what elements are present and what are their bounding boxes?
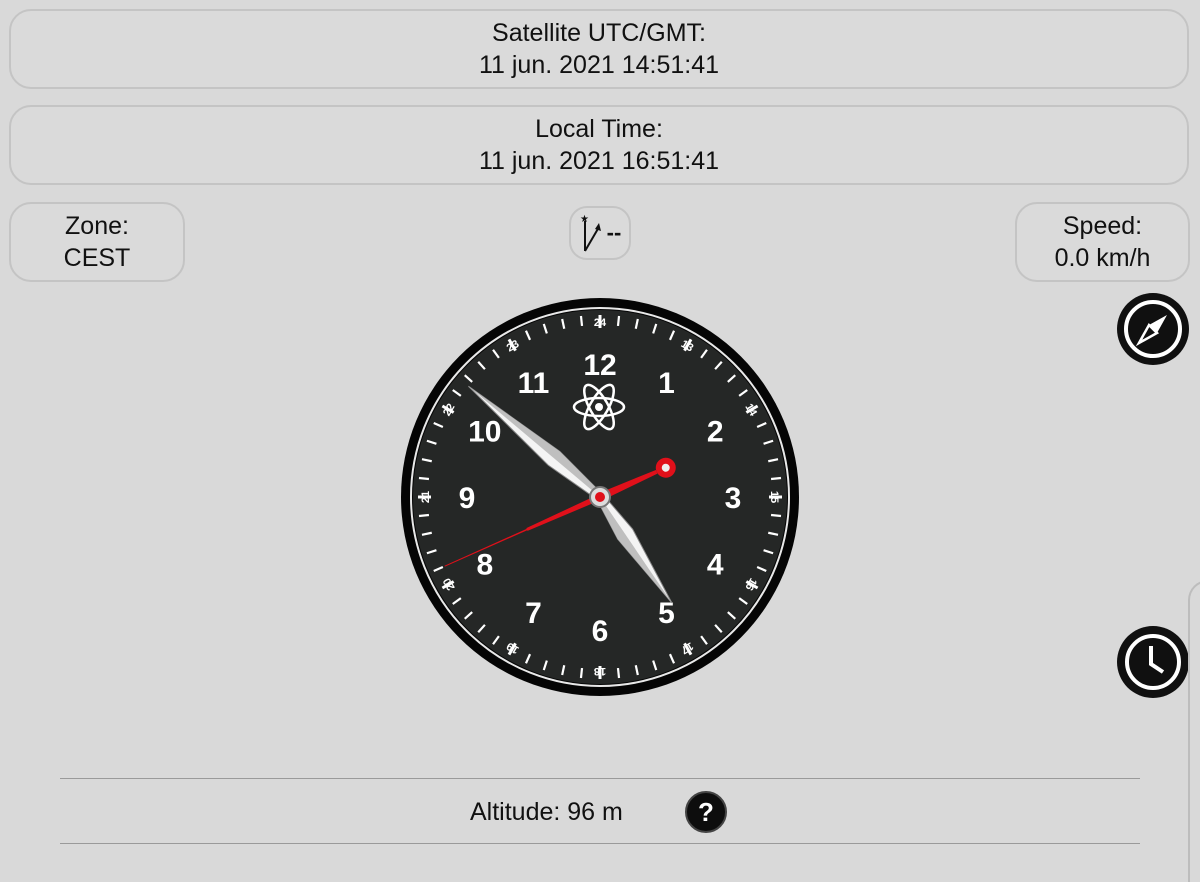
hour-number: 1 (658, 367, 675, 400)
hour-number: 8 (476, 549, 493, 582)
hour-number: 7 (525, 597, 542, 630)
h24-number: 21 (420, 491, 432, 503)
tick-mark (418, 513, 430, 518)
utc-time-panel: Satellite UTC/GMT: 11 jun. 2021 14:51:41 (9, 9, 1189, 89)
clock-icon (1125, 634, 1181, 690)
hour-number: 12 (583, 349, 616, 382)
zone-label: Zone: (65, 212, 129, 240)
north-arrow-icon: ★ (580, 214, 601, 252)
tick-mark (616, 667, 621, 679)
local-time-panel: Local Time: 11 jun. 2021 16:51:41 (9, 105, 1189, 185)
hour-number: 6 (592, 615, 609, 648)
tick-mark (616, 315, 621, 327)
zone-panel[interactable]: Zone: CEST (9, 202, 185, 282)
local-label: Local Time: (535, 115, 663, 143)
hour-number: 3 (725, 482, 742, 515)
speed-panel[interactable]: Speed: 0.0 km/h (1015, 202, 1190, 282)
h24-number: 24 (594, 317, 607, 329)
hour-number: 2 (707, 416, 724, 449)
divider-bottom (60, 843, 1140, 844)
hour-number: 11 (518, 367, 550, 400)
tick-mark (579, 315, 584, 327)
svg-text:★: ★ (580, 214, 589, 225)
clock-button[interactable] (1117, 626, 1189, 698)
compass-button[interactable] (1117, 293, 1189, 365)
analog-clock: 121234567891011 241314151617181920212223 (401, 298, 799, 696)
speed-label: Speed: (1062, 212, 1143, 240)
hour-number: 10 (468, 416, 501, 449)
altitude-label: Altitude: 96 m (470, 798, 623, 826)
hour-number: 9 (459, 482, 476, 515)
heading-value: -- (606, 220, 622, 245)
speed-value: 0.0 km/h (1054, 244, 1151, 272)
tick-mark (770, 476, 782, 481)
hour-number: 5 (658, 597, 675, 630)
utc-value: 11 jun. 2021 14:51:41 (478, 51, 720, 79)
hour-number: 4 (707, 549, 724, 582)
h24-number: 15 (768, 491, 780, 503)
tick-mark (770, 513, 782, 518)
heading-panel[interactable]: ★ -- (569, 206, 631, 260)
tick-mark (579, 667, 584, 679)
help-button[interactable]: ? (685, 791, 727, 833)
compass-icon (1124, 300, 1182, 358)
tick-mark (418, 476, 430, 481)
utc-label: Satellite UTC/GMT: (492, 19, 706, 47)
zone-value: CEST (63, 244, 131, 272)
side-panel-edge (1188, 580, 1200, 882)
h24-number: 18 (594, 665, 606, 677)
local-value: 11 jun. 2021 16:51:41 (478, 147, 720, 175)
divider-top (60, 778, 1140, 779)
